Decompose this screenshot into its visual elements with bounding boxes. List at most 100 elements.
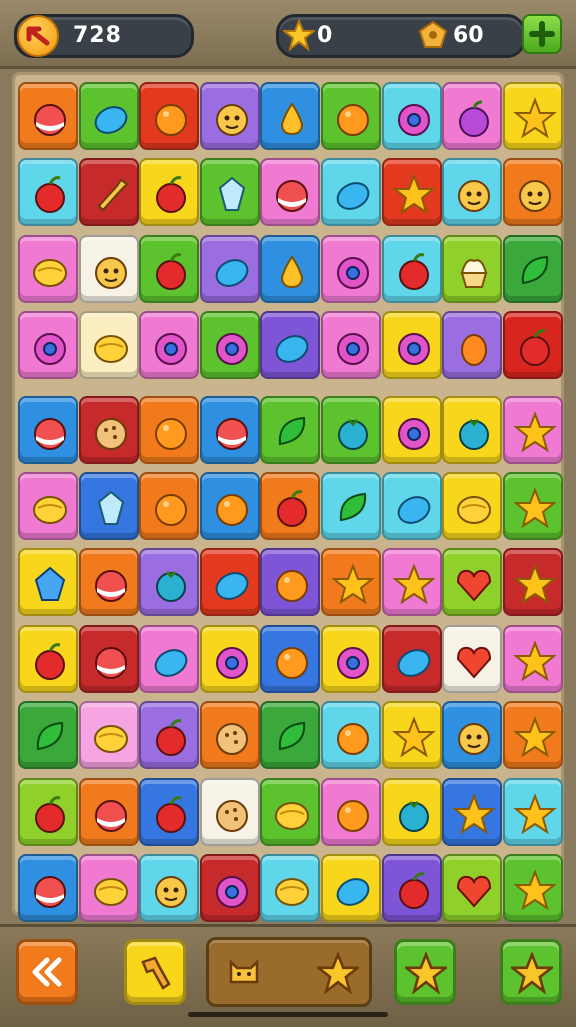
tile-cyan-donut[interactable] [381, 82, 442, 150]
tile-pink-orange[interactable] [321, 777, 381, 846]
tile-yellow-donut[interactable] [199, 624, 260, 693]
tile-orange-candy[interactable] [78, 548, 139, 617]
tile-cyan-apple[interactable] [18, 158, 78, 227]
tile-lime-heart[interactable] [442, 548, 503, 617]
tile-pink-donut[interactable] [321, 311, 381, 380]
tile-blue-orange[interactable] [260, 624, 321, 693]
hint-button[interactable] [500, 939, 562, 1005]
tile-green-crystal[interactable] [199, 158, 260, 227]
tile-green-berry[interactable] [321, 395, 381, 464]
tile-darkred-star[interactable] [502, 548, 563, 617]
tile-cyan-lemon[interactable] [260, 854, 321, 922]
tile-lime-apple[interactable] [18, 777, 78, 846]
tile-pink-star[interactable] [502, 395, 563, 464]
tile-cyan-star[interactable] [502, 777, 563, 846]
tile-white-cookie[interactable] [199, 777, 260, 846]
tile-red-orange[interactable] [139, 82, 200, 150]
tile-blue-candy[interactable] [199, 395, 260, 464]
tile-yellow-star[interactable] [381, 701, 442, 770]
rewind-button[interactable] [16, 939, 78, 1005]
tile-darkred-wrench[interactable] [78, 158, 139, 227]
tile-pink-donut[interactable] [321, 234, 381, 303]
tile-yellow-donut[interactable] [381, 395, 442, 464]
tile-yellow-lemon[interactable] [442, 472, 503, 540]
tile-purple-orange[interactable] [260, 548, 321, 617]
tile-cyan-leaf[interactable] [321, 472, 381, 540]
tile-pink-bean[interactable] [139, 624, 200, 693]
tile-blue-apple[interactable] [139, 777, 200, 846]
tile-orange-orange[interactable] [139, 472, 200, 540]
tile-cyan-orange[interactable] [321, 701, 381, 770]
tile-cyan-bean[interactable] [381, 472, 442, 540]
tile-pink-lemon[interactable] [18, 234, 78, 303]
tile-pink-star[interactable] [502, 624, 563, 693]
tile-red-apple[interactable] [502, 311, 563, 380]
tile-lime-cupcake[interactable] [442, 234, 503, 303]
tile-purple-bean[interactable] [199, 234, 260, 303]
tile-purple-bean[interactable] [260, 311, 321, 380]
tile-yellow-apple[interactable] [18, 624, 78, 693]
tile-pink-star[interactable] [381, 548, 442, 617]
tile-blue-candy[interactable] [18, 854, 78, 922]
tile-yellow-donut[interactable] [381, 311, 442, 380]
tile-green-star[interactable] [502, 854, 563, 922]
tile-yellow-berry[interactable] [381, 777, 442, 846]
tile-white-face[interactable] [78, 234, 139, 303]
tile-orange-face[interactable] [502, 158, 563, 227]
tile-orange-star[interactable] [502, 701, 563, 770]
tile-green-orange[interactable] [321, 82, 381, 150]
tile-blue-face[interactable] [442, 701, 503, 770]
home-indicator[interactable] [188, 1012, 388, 1017]
tile-pink-donut[interactable] [139, 311, 200, 380]
tile-pink-lemon[interactable] [18, 472, 78, 540]
tile-darkred-cookie[interactable] [78, 395, 139, 464]
tile-darkred-donut[interactable] [199, 854, 260, 922]
tile-cyan-face[interactable] [442, 158, 503, 227]
tile-purple-apple[interactable] [139, 701, 200, 770]
tile-yellow-donut[interactable] [321, 624, 381, 693]
tile-yellow-berry[interactable] [442, 395, 503, 464]
tile-blue-orange[interactable] [199, 472, 260, 540]
tile-darkred-bean[interactable] [381, 624, 442, 693]
tile-red-bean[interactable] [199, 548, 260, 617]
back-button[interactable] [17, 15, 59, 57]
tile-pink-lemon[interactable] [78, 701, 139, 770]
tile-yellow-star[interactable] [502, 82, 563, 150]
tile-green-leaf[interactable] [260, 395, 321, 464]
tile-blue-pear[interactable] [260, 82, 321, 150]
tile-green-apple[interactable] [139, 234, 200, 303]
tile-green-star[interactable] [502, 472, 563, 540]
tile-cyan-apple[interactable] [381, 234, 442, 303]
tile-orange-cookie[interactable] [199, 701, 260, 770]
tile-green-donut[interactable] [199, 311, 260, 380]
tile-blue-candy[interactable] [18, 395, 78, 464]
tile-darkred-candy[interactable] [78, 624, 139, 693]
tile-pink-candy[interactable] [260, 158, 321, 227]
tile-green-leaf[interactable] [18, 701, 78, 770]
tile-cyan-face[interactable] [139, 854, 200, 922]
tile-yellow-apple[interactable] [139, 158, 200, 227]
tile-orange-candy[interactable] [78, 777, 139, 846]
tile-purple-berry[interactable] [139, 548, 200, 617]
tile-blue-star[interactable] [442, 777, 503, 846]
tile-yellow-bean[interactable] [321, 854, 381, 922]
tile-blue-pear[interactable] [260, 234, 321, 303]
tile-green-leaf[interactable] [260, 701, 321, 770]
add-currency-button[interactable] [522, 14, 562, 54]
tile-orange-star[interactable] [321, 548, 381, 617]
tile-purple-face[interactable] [199, 82, 260, 150]
booster-panel[interactable] [206, 937, 372, 1007]
shuffle-button[interactable] [394, 939, 456, 1005]
tile-orange-orange[interactable] [139, 395, 200, 464]
tile-orange-candy[interactable] [18, 82, 78, 150]
tile-pink-donut[interactable] [18, 311, 78, 380]
tile-blue-crystal[interactable] [78, 472, 139, 540]
tile-green-bean[interactable] [78, 82, 139, 150]
tile-yellow-gem[interactable] [18, 548, 78, 617]
tile-green-leaf[interactable] [502, 234, 563, 303]
tile-white-heart[interactable] [442, 624, 503, 693]
tile-pink-plum[interactable] [442, 82, 503, 150]
tile-purple-egg[interactable] [442, 311, 503, 380]
tile-green-lemon[interactable] [260, 777, 321, 846]
tile-orange-apple[interactable] [260, 472, 321, 540]
